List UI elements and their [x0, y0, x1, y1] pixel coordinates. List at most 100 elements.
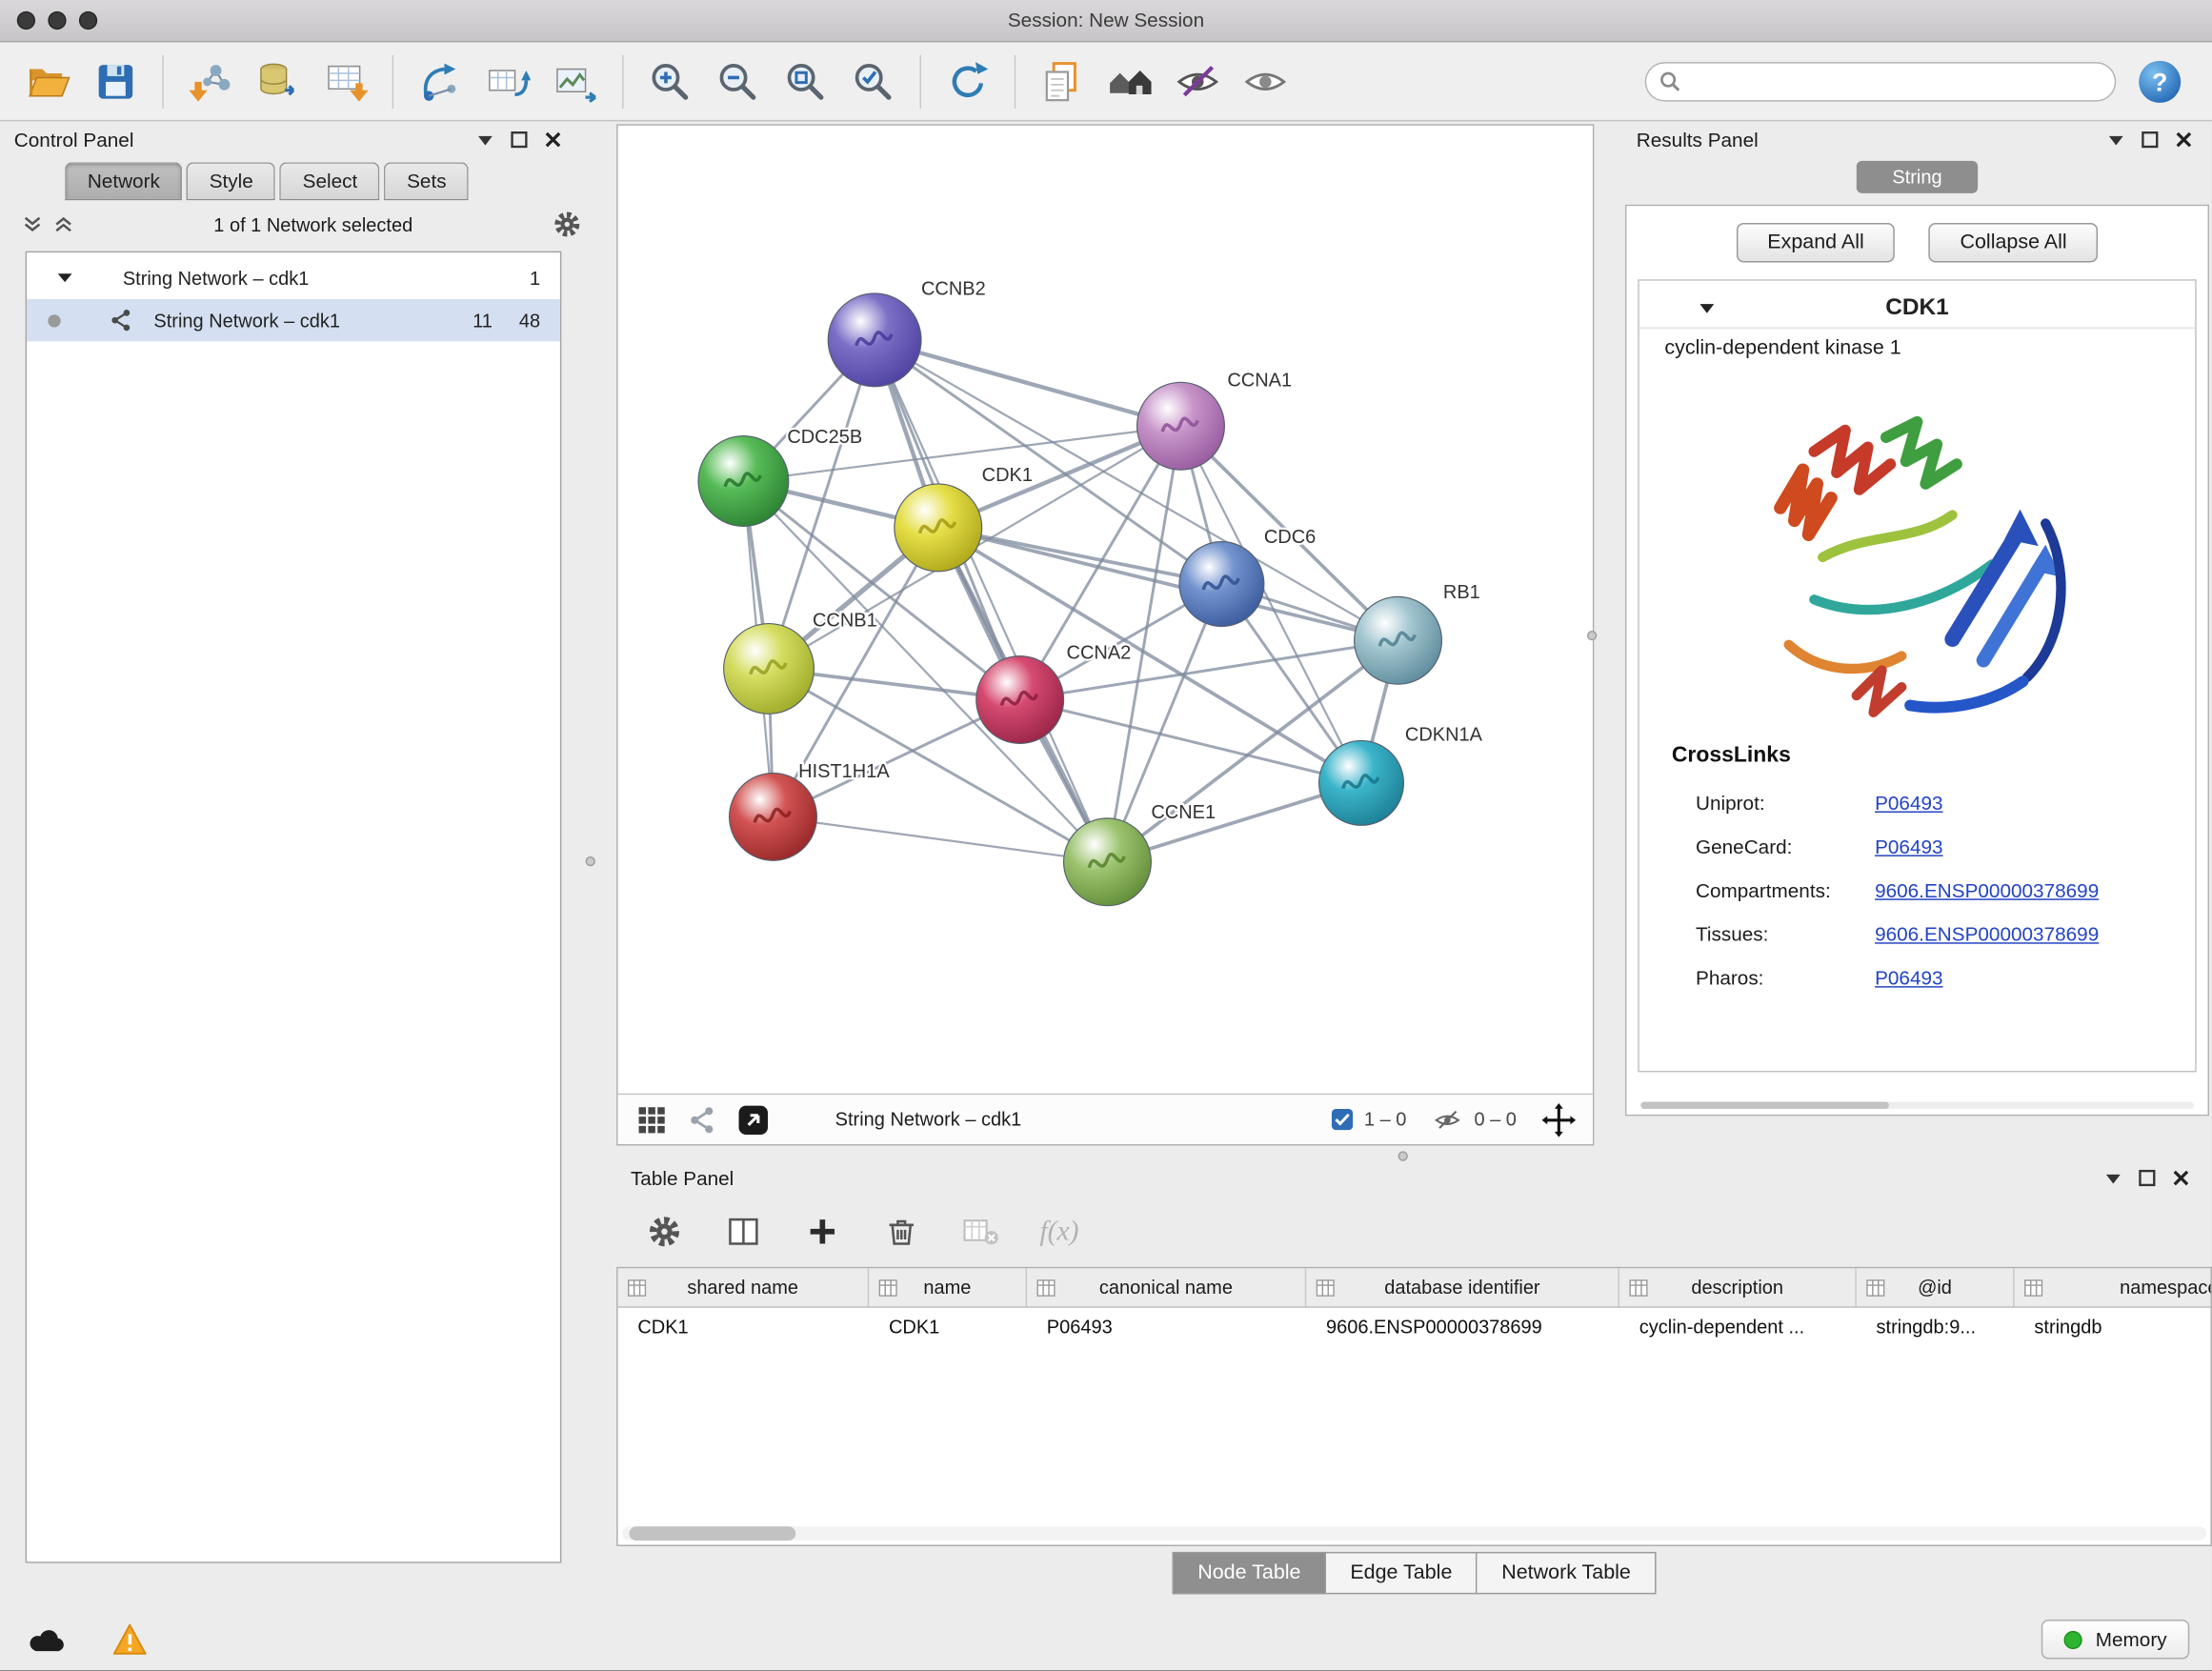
column-header-id[interactable]: @id [1857, 1268, 2015, 1306]
gear-icon[interactable] [553, 211, 581, 239]
column-header-description[interactable]: description [1619, 1268, 1857, 1306]
maximize-panel-icon[interactable] [511, 131, 528, 149]
memory-button[interactable]: Memory [2041, 1620, 2189, 1659]
crosslink-tissues-link[interactable]: 9606.ENSP00000378699 [1875, 922, 2099, 945]
cloud-status-button[interactable] [23, 1620, 73, 1659]
vertical-splitter-handle[interactable] [1587, 631, 1597, 640]
expand-all-icon[interactable] [53, 214, 73, 234]
show-all-button[interactable] [1232, 49, 1299, 113]
zoom-selected-button[interactable] [839, 49, 907, 113]
collapse-all-icon[interactable] [23, 214, 43, 234]
tab-sets[interactable]: Sets [384, 162, 469, 200]
import-network-file-button[interactable] [176, 49, 244, 113]
title-bar: Session: New Session [0, 0, 2212, 42]
zoom-fit-button[interactable] [772, 49, 839, 113]
import-table-file-button[interactable] [312, 49, 379, 113]
import-network-database-button[interactable] [244, 49, 312, 113]
tab-edge-table[interactable]: Edge Table [1326, 1552, 1478, 1594]
open-session-button[interactable] [14, 49, 82, 113]
birdseye-toggle-button[interactable] [736, 1102, 771, 1137]
crosslink-compartments-link[interactable]: 9606.ENSP00000378699 [1875, 878, 2099, 901]
maximize-panel-icon[interactable] [2139, 1170, 2156, 1187]
network-node-label-HIST1H1A: HIST1H1A [798, 761, 890, 782]
collection-count: 1 [530, 268, 540, 289]
maximize-panel-icon[interactable] [2142, 131, 2159, 149]
export-image-button[interactable] [542, 49, 610, 113]
cell-id: stringdb:9... [1857, 1317, 2015, 1338]
cell-canonical-name: P06493 [1027, 1317, 1306, 1338]
network-collection-row[interactable]: String Network – cdk1 1 [27, 257, 560, 299]
apply-layout-button[interactable] [934, 49, 1001, 113]
expand-all-button[interactable]: Expand All [1737, 223, 1896, 262]
network-edge-CCNB2-CCNE1[interactable] [875, 340, 1107, 862]
network-canvas[interactable]: CCNB2CCNA1CDC25BCDK1CDC6RB1CCNB1CCNA2CDK… [618, 126, 1593, 1094]
copy-document-button[interactable] [1029, 49, 1096, 113]
tab-style[interactable]: Style [187, 162, 275, 200]
table-horizontal-scrollbar[interactable] [622, 1526, 2206, 1540]
hide-selected-button[interactable] [1164, 49, 1232, 113]
crosslink-uniprot-link[interactable]: P06493 [1875, 791, 1942, 814]
help-icon: ? [2136, 57, 2183, 105]
vertical-splitter-handle[interactable] [586, 856, 595, 866]
warnings-button[interactable] [105, 1620, 155, 1659]
collapse-all-button[interactable]: Collapse All [1929, 223, 2098, 262]
search-icon [1659, 70, 1681, 92]
crosslink-pharos-link[interactable]: P06493 [1875, 966, 1942, 989]
new-table-button[interactable] [474, 49, 542, 113]
network-edge-CCNE1-HIST1H1A[interactable] [774, 816, 1108, 861]
table-settings-button[interactable] [645, 1212, 684, 1251]
horizontal-splitter-handle[interactable] [1398, 1151, 1408, 1160]
help-button[interactable]: ? [2136, 57, 2183, 105]
column-header-name[interactable]: name [869, 1268, 1027, 1306]
float-panel-icon[interactable] [477, 133, 494, 146]
new-network-from-selection-button[interactable] [406, 49, 473, 113]
current-network-name: String Network – cdk1 [835, 1109, 1022, 1130]
float-panel-icon[interactable] [2107, 133, 2124, 146]
results-scrollbar[interactable] [1640, 1102, 2193, 1109]
column-header-shared-name[interactable]: shared name [618, 1268, 870, 1306]
close-panel-icon[interactable] [545, 131, 562, 149]
column-header-canonical-name[interactable]: canonical name [1027, 1268, 1306, 1306]
column-edit-icon [1866, 1279, 1884, 1297]
close-panel-icon[interactable] [2173, 1170, 2190, 1187]
pan-crosshair-icon[interactable] [1542, 1102, 1577, 1137]
table-row[interactable]: CDK1 CDK1 P06493 9606.ENSP00000378699 cy… [618, 1308, 2211, 1346]
tab-string[interactable]: String [1857, 161, 1978, 193]
hidden-node-edge-counts: 0 – 0 [1474, 1109, 1516, 1130]
window-title: Session: New Session [0, 9, 2212, 31]
tab-node-table[interactable]: Node Table [1173, 1552, 1327, 1594]
status-bar: Memory [0, 1608, 2212, 1670]
close-panel-icon[interactable] [2175, 131, 2192, 149]
tab-select[interactable]: Select [280, 162, 380, 200]
show-columns-button[interactable] [724, 1212, 763, 1251]
create-column-button[interactable] [803, 1212, 842, 1251]
network-edge-CDK1-RB1[interactable] [938, 528, 1398, 640]
save-session-button[interactable] [82, 49, 150, 113]
zoom-selected-icon [851, 58, 895, 103]
selected-checkbox[interactable] [1332, 1109, 1353, 1130]
search-input[interactable] [1645, 61, 2117, 100]
grid-view-button[interactable] [634, 1102, 669, 1137]
houses-icon [1107, 58, 1152, 103]
zoom-out-button[interactable] [704, 49, 772, 113]
hidden-eye-icon [1432, 1107, 1463, 1133]
entry-collapse-icon[interactable] [1699, 302, 1716, 314]
network-style-button[interactable] [686, 1102, 720, 1137]
float-panel-icon[interactable] [2104, 1172, 2122, 1184]
tab-network[interactable]: Network [65, 162, 182, 200]
external-arrow-icon [736, 1101, 771, 1138]
column-header-namespace[interactable]: namespace [2015, 1268, 2212, 1306]
column-header-database-identifier[interactable]: database identifier [1306, 1268, 1619, 1306]
tab-network-table[interactable]: Network Table [1478, 1552, 1656, 1594]
home-button[interactable] [1096, 49, 1164, 113]
crosslink-genecard-link[interactable]: P06493 [1875, 835, 1942, 857]
network-row-selected[interactable]: String Network – cdk1 11 48 [27, 299, 560, 341]
collapse-arrow-icon[interactable] [58, 272, 72, 284]
crosslink-label: Pharos: [1696, 966, 1875, 989]
cell-name: CDK1 [869, 1317, 1027, 1338]
network-edge-CCNB2-CCNA1[interactable] [875, 340, 1180, 426]
delete-column-button[interactable] [882, 1212, 921, 1251]
memory-label: Memory [2096, 1628, 2167, 1651]
zoom-in-button[interactable] [636, 49, 704, 113]
crosslinks-section: CrossLinks Uniprot: P06493 GeneCard: P06… [1639, 743, 2195, 998]
